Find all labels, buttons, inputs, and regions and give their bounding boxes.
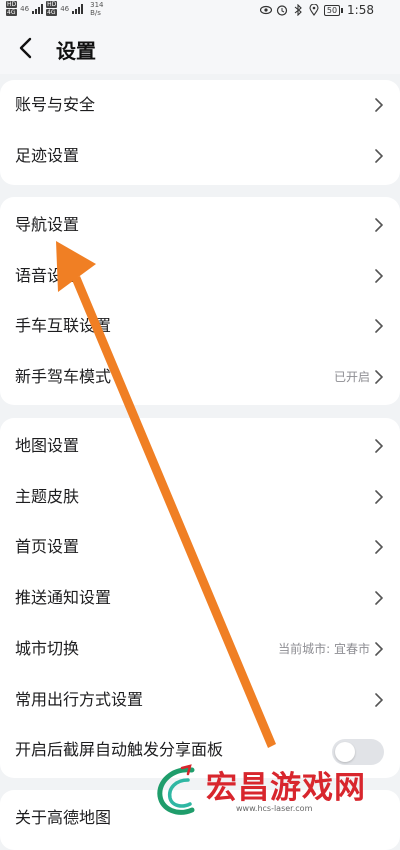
net-a-label: 46: [20, 5, 30, 13]
chevron-right-icon: [375, 540, 383, 554]
watermark-text: 宏昌游戏网: [206, 770, 366, 806]
setting-travel-mode[interactable]: 常用出行方式设置: [0, 675, 400, 725]
page-title: 设置: [56, 39, 96, 63]
setting-label: 新手驾车模式: [15, 367, 112, 386]
net-b-label: 46: [60, 5, 70, 13]
battery-icon: 50: [323, 4, 344, 16]
clock: 1:58: [347, 3, 374, 17]
setting-homepage[interactable]: 首页设置: [0, 522, 400, 572]
setting-map[interactable]: 地图设置: [0, 421, 400, 471]
speed-unit: B/s: [90, 9, 101, 17]
setting-theme-skin[interactable]: 主题皮肤: [0, 472, 400, 522]
setting-footprint[interactable]: 足迹设置: [0, 131, 400, 181]
sim2b-label: 4G: [46, 9, 58, 16]
setting-city-switch[interactable]: 城市切换 当前城市: 宜春市: [0, 624, 400, 674]
toggle-knob: [335, 742, 355, 762]
setting-navigation[interactable]: 导航设置: [0, 200, 400, 250]
back-arrow-icon: [19, 37, 32, 59]
bluetooth-icon: [292, 4, 304, 16]
setting-label: 足迹设置: [15, 146, 80, 165]
sim2-badge: HD 4G: [46, 1, 58, 17]
chevron-right-icon: [375, 269, 383, 283]
chevron-right-icon: [375, 98, 383, 112]
setting-voice[interactable]: 语音设置: [0, 251, 400, 301]
chevron-right-icon: [375, 642, 383, 656]
status-right: 50 1:58: [259, 3, 374, 17]
settings-group-navigation: 导航设置 语音设置 手车互联设置 新手驾车模式 已开启: [0, 197, 400, 405]
network-type-1: 46: [20, 5, 29, 13]
chevron-right-icon: [375, 218, 383, 232]
sim1-label: HD: [6, 1, 18, 8]
status-bar: HD 4G 46 HD 4G 46 314 B/s 50 1:58: [0, 0, 400, 22]
chevron-right-icon: [375, 490, 383, 504]
setting-car-connect[interactable]: 手车互联设置: [0, 301, 400, 351]
setting-novice-mode[interactable]: 新手驾车模式 已开启: [0, 352, 400, 402]
chevron-right-icon: [375, 370, 383, 384]
network-type-2: 46: [60, 5, 69, 13]
chevron-right-icon: [375, 591, 383, 605]
setting-status-value: 已开启: [333, 370, 370, 384]
chevron-right-icon: [375, 693, 383, 707]
battery-level: 50: [323, 4, 341, 16]
setting-label: 主题皮肤: [15, 487, 80, 506]
chevron-right-icon: [375, 319, 383, 333]
setting-label: 关于高德地图: [15, 808, 112, 827]
status-left: HD 4G 46 HD 4G 46 314 B/s: [6, 1, 104, 17]
setting-account-security[interactable]: 账号与安全: [0, 80, 400, 130]
dragon-logo-icon: [157, 764, 195, 815]
chevron-right-icon: [375, 439, 383, 453]
setting-label: 地图设置: [15, 436, 80, 455]
sim1-badge: HD 4G: [6, 1, 18, 17]
network-speed: 314 B/s: [90, 1, 103, 17]
watermark-url: www.hcs-laser.com: [236, 804, 313, 813]
setting-label: 语音设置: [15, 266, 80, 285]
sim2-label: HD: [46, 1, 58, 8]
setting-label: 常用出行方式设置: [15, 690, 144, 709]
chevron-right-icon: [375, 149, 383, 163]
setting-label: 导航设置: [15, 215, 80, 234]
current-city-value: 当前城市: 宜春市: [278, 642, 370, 656]
setting-label: 账号与安全: [15, 95, 96, 114]
signal-2-icon: [72, 4, 84, 14]
page-header: 设置: [0, 22, 400, 74]
setting-label: 手车互联设置: [15, 316, 112, 335]
settings-group-account: 账号与安全 足迹设置: [0, 80, 400, 185]
setting-label: 首页设置: [15, 537, 80, 556]
settings-group-map: 地图设置 主题皮肤 首页设置 推送通知设置 城市切换 当前城市: 宜春市 常用出…: [0, 418, 400, 778]
setting-push-notification[interactable]: 推送通知设置: [0, 573, 400, 623]
setting-label: 城市切换: [15, 639, 80, 658]
watermark: 宏昌游戏网 www.hcs-laser.com: [150, 762, 400, 823]
setting-label: 推送通知设置: [15, 588, 112, 607]
sim1b-label: 4G: [6, 9, 18, 16]
location-icon: [308, 4, 320, 16]
back-button[interactable]: [14, 36, 38, 60]
speed-value: 314: [90, 1, 104, 9]
eye-icon: [259, 4, 272, 16]
alarm-icon: [276, 4, 288, 16]
signal-1-icon: [32, 4, 44, 14]
